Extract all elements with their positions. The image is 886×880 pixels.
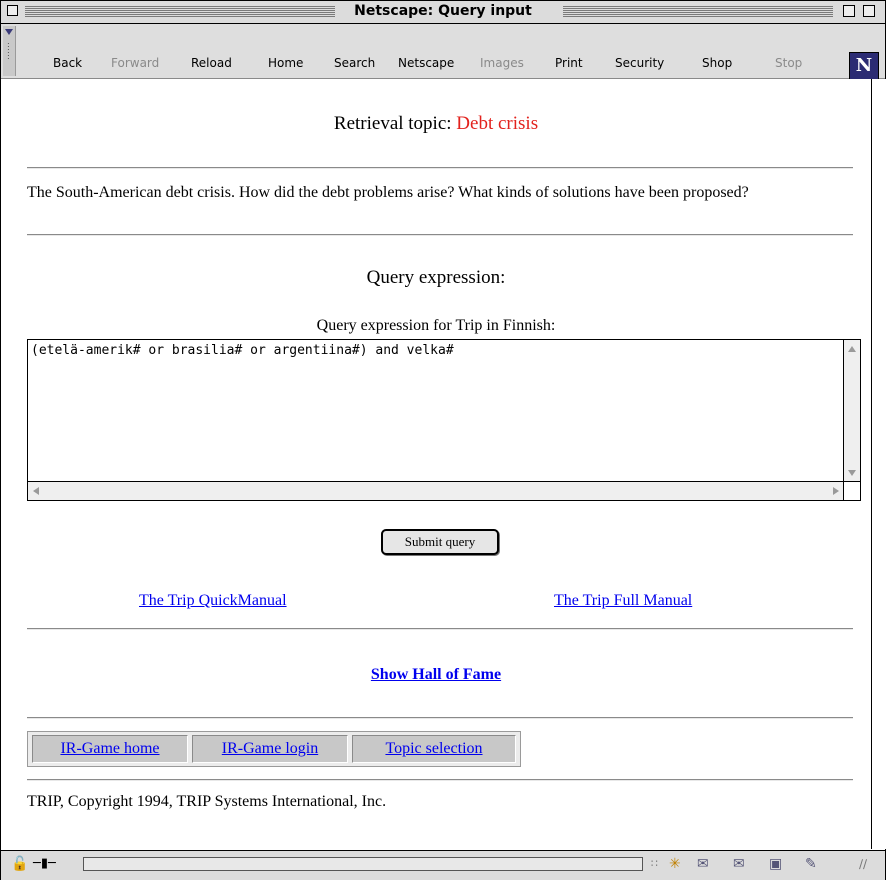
netscape-logo-icon[interactable]: N bbox=[849, 52, 879, 80]
browser-window: Netscape: Query input ::: Back Forward R… bbox=[0, 0, 886, 880]
edit-pencil-icon[interactable]: ✎ bbox=[805, 856, 817, 872]
print-button[interactable]: Print bbox=[555, 56, 583, 70]
topic-value: Debt crisis bbox=[456, 113, 539, 134]
mail-icon[interactable]: ✉ bbox=[697, 856, 709, 872]
query-field-label: Query expression for Trip in Finnish: bbox=[316, 317, 556, 334]
ir-game-login-link[interactable]: IR-Game login bbox=[222, 740, 318, 757]
grip-dots-icon: ::: bbox=[7, 40, 10, 61]
shop-button[interactable]: Shop bbox=[702, 56, 732, 70]
query-textarea[interactable]: (etelä-amerik# or brasilia# or argentiin… bbox=[27, 339, 861, 501]
status-bar: 🔓 ─▮─ ∷ ✳ ✉ ✉ ▣ ✎ ∕∕ bbox=[1, 850, 885, 880]
scroll-up-arrow-icon[interactable] bbox=[848, 346, 856, 352]
topic-description: The South-American debt crisis. How did … bbox=[27, 184, 749, 201]
zoom-box[interactable] bbox=[843, 5, 855, 17]
divider bbox=[27, 234, 853, 236]
resize-grip-icon[interactable]: ∕∕ bbox=[859, 856, 867, 872]
composer-icon[interactable]: ▣ bbox=[769, 856, 782, 872]
lock-icon[interactable]: 🔓 bbox=[11, 856, 28, 872]
forward-button[interactable]: Forward bbox=[111, 56, 159, 70]
textarea-vertical-scrollbar[interactable] bbox=[843, 340, 860, 482]
scroll-right-arrow-icon[interactable] bbox=[833, 487, 839, 495]
page-vertical-scrollbar[interactable] bbox=[871, 79, 886, 849]
security-button[interactable]: Security bbox=[615, 56, 664, 70]
search-button[interactable]: Search bbox=[334, 56, 375, 70]
status-message-field bbox=[83, 857, 643, 871]
topic-selection-link[interactable]: Topic selection bbox=[385, 740, 482, 757]
quickmanual-link[interactable]: The Trip QuickManual bbox=[139, 592, 287, 610]
netscape-button[interactable]: Netscape bbox=[398, 56, 454, 70]
query-text[interactable]: (etelä-amerik# or brasilia# or argentiin… bbox=[31, 343, 454, 358]
triangle-down-icon bbox=[5, 29, 13, 35]
retrieval-topic: Retrieval topic: Debt crisis bbox=[1, 113, 871, 135]
nav-cell-topic: Topic selection bbox=[352, 735, 516, 763]
window-title: Netscape: Query input bbox=[1, 3, 885, 19]
nav-cell-home: IR-Game home bbox=[32, 735, 188, 763]
grip-icon: ∷ bbox=[651, 857, 658, 870]
back-button[interactable]: Back bbox=[53, 56, 82, 70]
scroll-down-arrow-icon[interactable] bbox=[848, 470, 856, 476]
divider bbox=[27, 167, 853, 169]
reload-button[interactable]: Reload bbox=[191, 56, 232, 70]
page-content: Retrieval topic: Debt crisis The South-A… bbox=[1, 79, 871, 849]
divider bbox=[27, 628, 853, 630]
divider bbox=[27, 717, 853, 719]
textarea-scroll-corner bbox=[843, 481, 860, 500]
submit-query-button[interactable]: Submit query bbox=[381, 529, 499, 555]
navigator-icon[interactable]: ✳ bbox=[669, 856, 681, 872]
hall-of-fame: Show Hall of Fame bbox=[1, 666, 871, 684]
fullmanual-link[interactable]: The Trip Full Manual bbox=[554, 592, 692, 610]
images-button[interactable]: Images bbox=[480, 56, 524, 70]
connection-icon: ─▮─ bbox=[33, 856, 56, 871]
hall-of-fame-link[interactable]: Show Hall of Fame bbox=[371, 666, 501, 683]
title-bar[interactable]: Netscape: Query input bbox=[1, 1, 885, 24]
copyright-notice: TRIP, Copyright 1994, TRIP Systems Inter… bbox=[27, 793, 387, 810]
scroll-left-arrow-icon[interactable] bbox=[33, 487, 39, 495]
nav-cell-login: IR-Game login bbox=[192, 735, 348, 763]
home-button[interactable]: Home bbox=[268, 56, 303, 70]
textarea-horizontal-scrollbar[interactable] bbox=[28, 481, 844, 500]
collapse-box[interactable] bbox=[863, 5, 875, 17]
divider bbox=[27, 779, 853, 781]
navigation-toolbar: ::: Back Forward Reload Home Search Nets… bbox=[1, 24, 885, 91]
topic-label: Retrieval topic: bbox=[333, 113, 452, 134]
toolbar-collapse-tab[interactable]: ::: bbox=[3, 26, 16, 76]
nav-table: IR-Game home IR-Game login Topic selecti… bbox=[27, 731, 521, 767]
stop-button[interactable]: Stop bbox=[775, 56, 802, 70]
query-heading: Query expression: bbox=[366, 267, 506, 288]
discussion-icon[interactable]: ✉ bbox=[733, 856, 745, 872]
ir-game-home-link[interactable]: IR-Game home bbox=[60, 740, 159, 757]
